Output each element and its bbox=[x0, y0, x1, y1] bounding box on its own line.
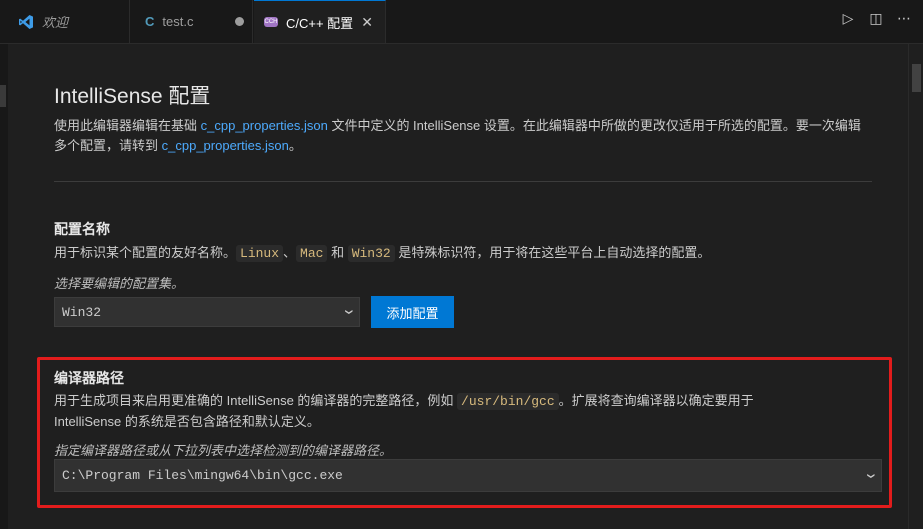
desc-text: 用于标识某个配置的友好名称。 bbox=[54, 245, 237, 260]
config-name-description: 用于标识某个配置的友好名称。 Linux、 Mac 和 Win32 是特殊标识符，用… bbox=[54, 243, 872, 264]
config-select-value: Win32 bbox=[62, 304, 102, 320]
page-description: 使用此编辑器编辑在基础 c_cpp_properties.json 文件中定义的… bbox=[54, 116, 872, 156]
code-mac: Mac bbox=[296, 245, 328, 262]
scrollbar-thumb[interactable] bbox=[912, 64, 921, 92]
config-name-section: 配置名称 用于标识某个配置的友好名称。 Linux、 Mac 和 Win32 是特殊… bbox=[54, 219, 872, 292]
highlight-box bbox=[37, 357, 892, 508]
more-actions-icon[interactable]: ⋯ bbox=[895, 10, 913, 27]
desc-text: 和 bbox=[327, 245, 348, 260]
page-title: IntelliSense 配置 bbox=[54, 85, 211, 108]
split-editor-icon[interactable]: ◫ bbox=[867, 10, 885, 27]
add-config-button[interactable]: 添加配置 bbox=[371, 296, 454, 328]
desc-text: 。 bbox=[288, 138, 302, 153]
cpp-config-icon: CCH bbox=[264, 17, 278, 27]
tab-test-c[interactable]: C test.c bbox=[131, 0, 253, 43]
config-name-hint: 选择要编辑的配置集。 bbox=[54, 276, 185, 291]
editor-actions: ▷ ◫ ⋯ bbox=[839, 10, 913, 27]
properties-link-2[interactable]: c_cpp_properties.json bbox=[162, 138, 289, 153]
tab-welcome-label: 欢迎 bbox=[42, 15, 69, 30]
properties-link-1[interactable]: c_cpp_properties.json bbox=[201, 118, 328, 133]
section-divider bbox=[54, 181, 872, 182]
settings-content: IntelliSense 配置 使用此编辑器编辑在基础 c_cpp_proper… bbox=[54, 80, 872, 156]
tab-welcome[interactable]: 欢迎 bbox=[8, 0, 130, 43]
desc-text: 使用此编辑器编辑在基础 bbox=[54, 118, 201, 133]
tab-bar: 欢迎 C test.c CCH C/C++ 配置 ✕ ▷ ◫ ⋯ bbox=[0, 0, 923, 44]
vscode-logo-icon bbox=[19, 14, 33, 29]
tab-cpp-config-label: C/C++ 配置 bbox=[286, 15, 354, 31]
code-win32: Win32 bbox=[347, 245, 395, 262]
code-linux: Linux bbox=[236, 245, 284, 262]
desc-text: 是特殊标识符，用于将在这些平台上自动选择的配置。 bbox=[394, 245, 711, 260]
config-select[interactable]: Win32 ❯ bbox=[54, 297, 360, 327]
close-icon[interactable]: ✕ bbox=[361, 14, 373, 31]
modified-dot-icon[interactable] bbox=[235, 17, 244, 26]
tab-test-c-label: test.c bbox=[162, 14, 194, 29]
vertical-scrollbar[interactable] bbox=[908, 44, 923, 529]
tab-cpp-config[interactable]: CCH C/C++ 配置 ✕ bbox=[254, 0, 386, 43]
desc-text: 、 bbox=[283, 245, 297, 260]
activity-edge bbox=[0, 0, 8, 529]
config-name-title: 配置名称 bbox=[54, 221, 110, 237]
c-file-icon: C bbox=[145, 14, 155, 29]
edge-marker bbox=[0, 85, 6, 107]
run-icon[interactable]: ▷ bbox=[839, 10, 857, 27]
chevron-down-icon: ❯ bbox=[341, 308, 353, 316]
